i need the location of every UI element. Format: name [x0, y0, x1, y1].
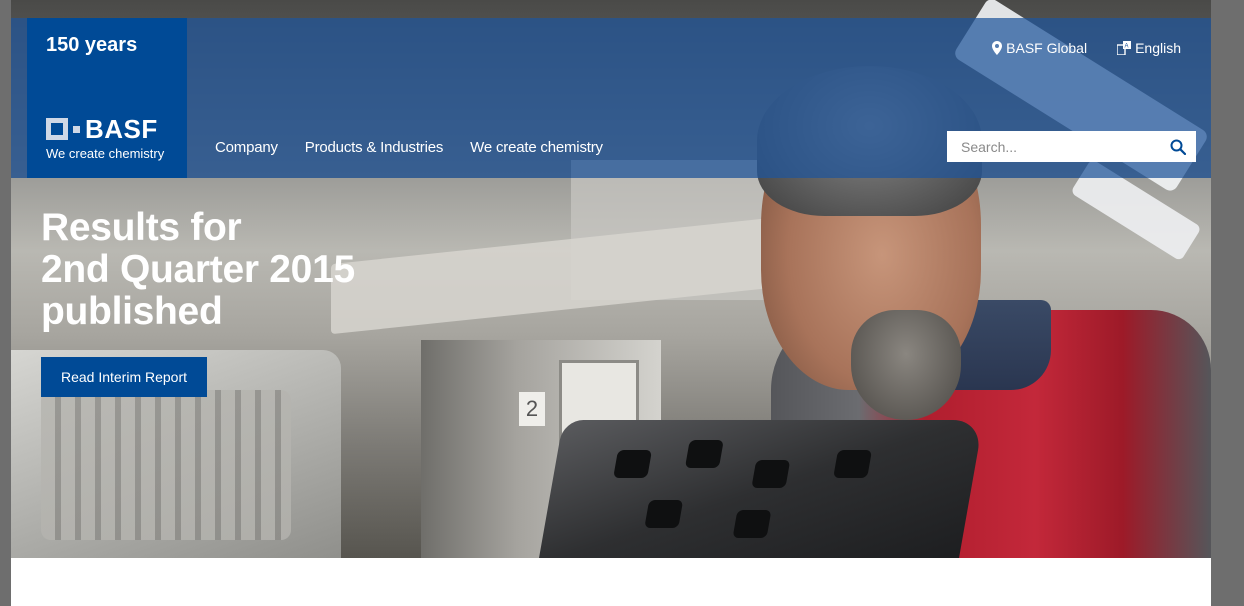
part-cavity [684, 440, 724, 468]
region-selector[interactable]: BASF Global [992, 40, 1087, 56]
nav-item-company[interactable]: Company [215, 139, 278, 156]
logo-wordmark: BASF [85, 114, 158, 144]
main-nav: Company Products & Industries We create … [215, 139, 603, 156]
language-label: English [1135, 40, 1181, 56]
utility-nav: BASF Global A English [992, 40, 1181, 56]
part-cavity [613, 450, 653, 478]
language-icon: A [1116, 41, 1132, 56]
headline-line: published [41, 290, 223, 333]
search-box [947, 131, 1196, 162]
part-cavity [751, 460, 791, 488]
page: 2 150 years BASF We create chemistry Com… [11, 0, 1211, 606]
part-cavity [644, 500, 684, 528]
search-input[interactable] [947, 138, 1157, 155]
logo-block[interactable]: 150 years BASF We create chemistry [27, 18, 187, 178]
hero-headline: Results for 2nd Quarter 2015 published [41, 207, 355, 333]
read-interim-report-button[interactable]: Read Interim Report [41, 357, 207, 397]
part-cavity [732, 510, 772, 538]
language-selector[interactable]: A English [1116, 40, 1181, 56]
nav-item-products-industries[interactable]: Products & Industries [305, 139, 444, 156]
search-icon[interactable] [1170, 139, 1187, 156]
nav-item-we-create-chemistry[interactable]: We create chemistry [470, 139, 603, 156]
worker-beard [851, 310, 961, 420]
part-cavity [833, 450, 873, 478]
logo-square-icon [46, 118, 68, 140]
location-pin-icon [992, 41, 1003, 55]
hero-machine-detail [41, 390, 291, 540]
headline-line: 2nd Quarter 2015 [41, 248, 355, 291]
hero-beam [331, 215, 791, 335]
anniversary-label: 150 years [46, 34, 138, 56]
hero-metal-part [538, 420, 984, 558]
svg-text:A: A [1125, 44, 1129, 50]
basf-logo: BASF [46, 114, 158, 144]
logo-tagline: We create chemistry [46, 146, 165, 161]
region-label: BASF Global [1006, 40, 1088, 56]
headline-line: Results for [41, 206, 242, 249]
logo-dot-icon [73, 125, 80, 133]
hero-cabinet-label: 2 [519, 392, 545, 426]
